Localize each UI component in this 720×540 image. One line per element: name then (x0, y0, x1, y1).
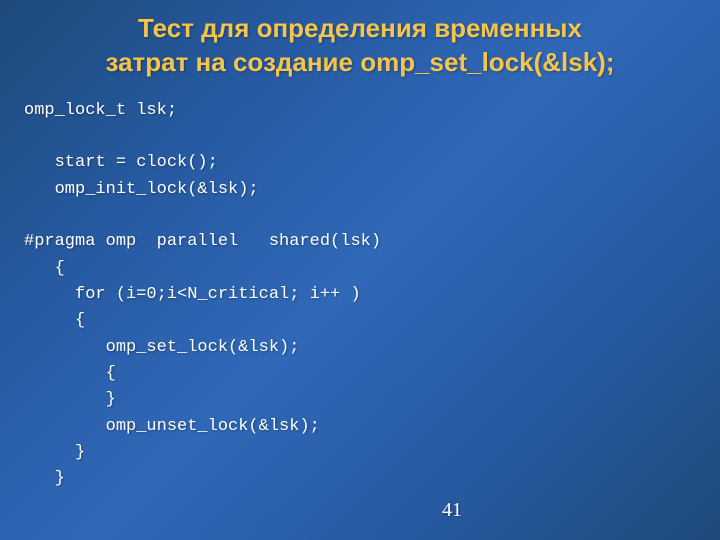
code-line: start = clock(); (24, 153, 218, 172)
title-line-1: Тест для определения временных (138, 13, 582, 43)
code-line: { (24, 311, 85, 330)
code-line: { (24, 364, 116, 383)
page-number: 41 (442, 499, 462, 522)
code-line: } (24, 443, 85, 462)
code-line: } (24, 390, 116, 409)
title-line-2: затрат на создание omp_set_lock(&lsk); (105, 47, 614, 77)
code-line: { (24, 259, 65, 278)
code-block: omp_lock_t lsk; start = clock(); omp_ini… (24, 98, 696, 493)
code-line: for (i=0;i<N_critical; i++ ) (24, 285, 361, 304)
code-line: omp_set_lock(&lsk); (24, 338, 299, 357)
code-line: omp_unset_lock(&lsk); (24, 417, 320, 436)
code-line: #pragma omp parallel shared(lsk) (24, 232, 381, 251)
code-line: omp_lock_t lsk; (24, 101, 177, 120)
code-line: } (24, 469, 65, 488)
slide-container: Тест для определения временных затрат на… (0, 0, 720, 540)
code-line: omp_init_lock(&lsk); (24, 180, 259, 199)
slide-title: Тест для определения временных затрат на… (24, 12, 696, 80)
